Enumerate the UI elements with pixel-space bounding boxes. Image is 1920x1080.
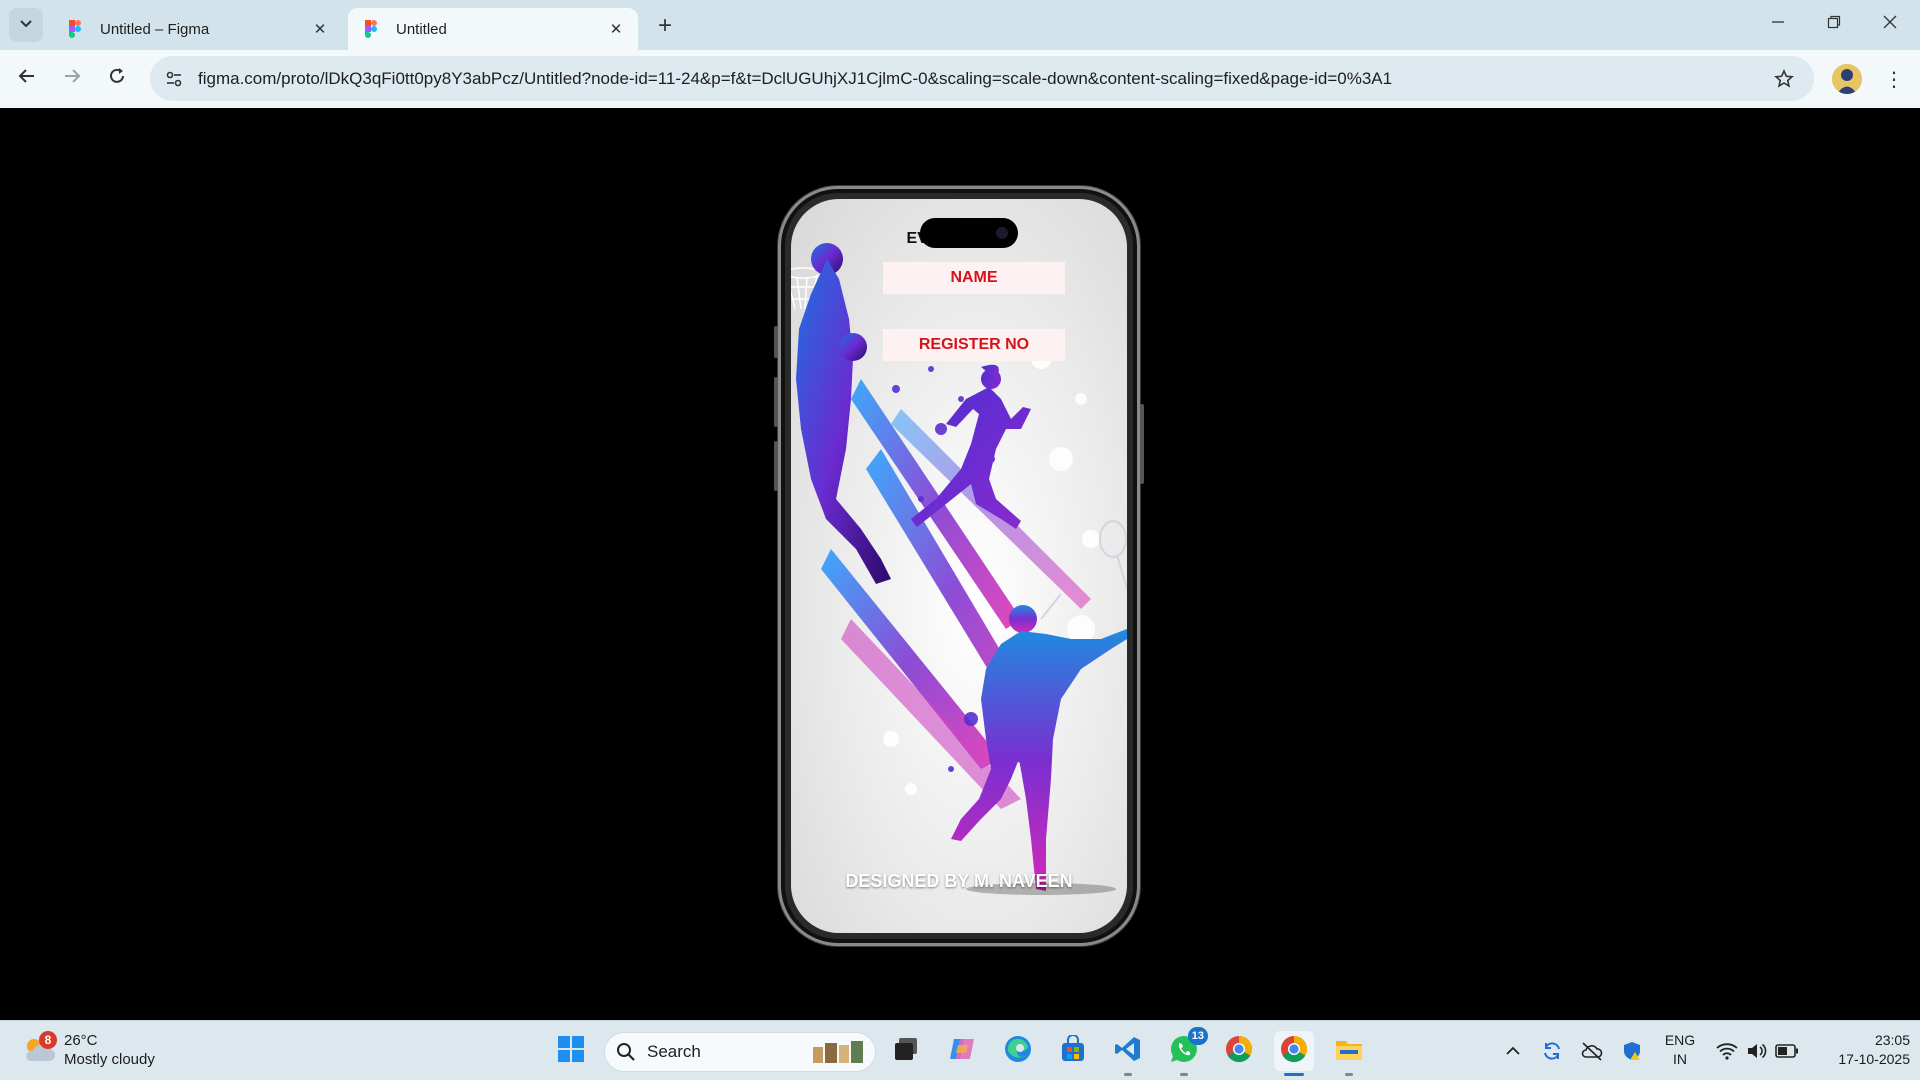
tab-list-icon (19, 16, 33, 35)
edge-icon (1004, 1035, 1032, 1068)
close-icon[interactable]: ✕ (310, 19, 330, 39)
profile-avatar[interactable] (1832, 64, 1862, 94)
back-button[interactable] (10, 61, 44, 95)
taskbar: 8 26°C Mostly cloudy Search 13 ENG IN 23… (0, 1020, 1920, 1080)
language-indicator[interactable]: ENG IN (1652, 1031, 1708, 1069)
whatsapp-badge: 13 (1187, 1027, 1208, 1045)
phone-side-button (774, 441, 778, 491)
back-icon (17, 66, 37, 91)
window-close-button[interactable] (1862, 0, 1918, 48)
edge-button[interactable] (998, 1031, 1038, 1071)
reload-icon (107, 66, 127, 91)
task-view-button[interactable] (886, 1031, 926, 1071)
weather-widget[interactable]: 8 26°C Mostly cloudy (20, 1029, 180, 1073)
clock[interactable]: 23:05 17-10-2025 (1810, 1031, 1910, 1069)
tab-list-button[interactable] (9, 8, 43, 42)
reload-button[interactable] (100, 61, 134, 95)
whatsapp-button[interactable]: 13 (1164, 1027, 1208, 1076)
clock-date: 17-10-2025 (1838, 1051, 1910, 1067)
close-icon[interactable]: ✕ (606, 19, 626, 39)
chrome-button-active[interactable] (1274, 1031, 1314, 1076)
region-code: IN (1673, 1051, 1687, 1067)
designer-credit: DESIGNED BY M. NAVEEN (845, 871, 1073, 891)
store-button[interactable] (1053, 1031, 1093, 1071)
battery-icon[interactable] (1774, 1037, 1800, 1065)
forward-button[interactable] (55, 61, 89, 95)
dynamic-island (920, 218, 1018, 248)
tab-strip: Untitled – Figma ✕ Untitled ✕ + (0, 0, 1920, 50)
start-button[interactable] (551, 1031, 591, 1071)
forward-icon (62, 66, 82, 91)
search-label: Search (647, 1042, 701, 1061)
language-code: ENG (1664, 1032, 1696, 1048)
weather-temperature: 26°C (64, 1032, 98, 1049)
copilot-icon (948, 1035, 976, 1068)
volume-icon[interactable] (1744, 1037, 1770, 1065)
vscode-button[interactable] (1108, 1031, 1148, 1076)
cloud-off-icon[interactable] (1578, 1037, 1606, 1065)
phone-side-button (1140, 404, 1144, 484)
windows-start-icon (557, 1035, 585, 1068)
defender-icon[interactable] (1618, 1037, 1646, 1065)
minimize-button[interactable] (1750, 0, 1806, 48)
wifi-icon[interactable] (1714, 1037, 1740, 1065)
prototype-viewport: EVENT FORM NAME REGISTER NO (0, 108, 1920, 1020)
phone-side-button (774, 377, 778, 427)
chevron-up-icon[interactable] (1500, 1037, 1526, 1065)
window-close-icon (1883, 15, 1897, 34)
chrome-icon (1225, 1035, 1253, 1068)
phone-screen: EVENT FORM NAME REGISTER NO (791, 199, 1127, 933)
address-bar[interactable]: figma.com/proto/lDkQ3qFi0tt0py8Y3abPcz/U… (150, 56, 1814, 101)
weather-condition: Mostly cloudy (64, 1051, 155, 1068)
taskbar-search[interactable]: Search (604, 1032, 876, 1072)
copilot-button[interactable] (942, 1031, 982, 1071)
file-explorer-icon (1334, 1035, 1364, 1068)
chrome-button[interactable] (1219, 1031, 1259, 1071)
kebab-icon[interactable]: ⋮ (1880, 64, 1908, 94)
site-info-icon[interactable] (154, 59, 194, 99)
store-icon (1059, 1033, 1087, 1068)
tab-prototype[interactable]: Untitled ✕ (348, 8, 638, 50)
sync-icon[interactable] (1538, 1037, 1566, 1065)
restore-button[interactable] (1806, 0, 1862, 48)
register-no-field[interactable]: REGISTER NO (883, 329, 1065, 361)
browser-toolbar: figma.com/proto/lDkQ3qFi0tt0py8Y3abPcz/U… (0, 50, 1920, 108)
plus-icon: + (657, 12, 672, 39)
file-explorer-button[interactable] (1329, 1031, 1369, 1076)
tab-figma-editor[interactable]: Untitled – Figma ✕ (52, 8, 342, 50)
tab-title: Untitled (396, 20, 447, 38)
clock-time: 23:05 (1874, 1032, 1910, 1048)
task-view-icon (893, 1036, 919, 1067)
restore-icon (1827, 15, 1841, 34)
weather-badge: 8 (39, 1031, 57, 1049)
vscode-icon (1114, 1035, 1142, 1068)
url-text[interactable]: figma.com/proto/lDkQ3qFi0tt0py8Y3abPcz/U… (198, 69, 1764, 89)
search-icon (613, 1039, 639, 1065)
name-field[interactable]: NAME (883, 262, 1065, 294)
phone-side-button (774, 326, 778, 358)
sports-artwork (791, 243, 1127, 895)
phone-frame: EVENT FORM NAME REGISTER NO (774, 186, 1144, 946)
minimize-icon (1771, 15, 1785, 34)
new-tab-button[interactable]: + (651, 12, 679, 40)
chrome-icon (1280, 1035, 1308, 1068)
star-icon[interactable] (1764, 59, 1804, 99)
figma-icon (362, 20, 380, 38)
figma-icon (66, 20, 84, 38)
search-highlight-icon (813, 1041, 863, 1063)
tab-title: Untitled – Figma (100, 20, 210, 38)
